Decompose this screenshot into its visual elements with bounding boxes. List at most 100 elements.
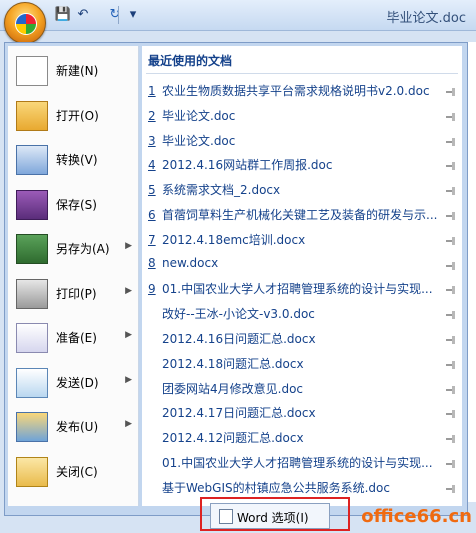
pin-icon[interactable] (446, 236, 456, 245)
pin-icon[interactable] (446, 311, 456, 320)
recent-document-item[interactable]: 4 2012.4.16网站群工作周报.doc (148, 156, 442, 176)
pin-icon[interactable] (446, 187, 456, 196)
submenu-arrow-icon: ▶ (125, 330, 132, 340)
recent-document-name: 2012.4.16网站群工作周报.doc (162, 158, 333, 173)
document-edge (468, 42, 476, 502)
pin-icon[interactable] (446, 212, 456, 220)
menu-item-2[interactable]: 转换(V) (8, 139, 138, 179)
pin-icon[interactable] (446, 360, 456, 369)
watermark-logo: office66.cn (361, 506, 472, 527)
pin-icon[interactable] (446, 410, 456, 419)
menu-item-label: 转换(V) (56, 153, 98, 167)
title-bar: 💾 ↶ ↻ ▾ 毕业论文.doc (0, 0, 476, 31)
menu-item-1[interactable]: 打开(O) (8, 95, 138, 135)
menu-item-label: 打印(P) (56, 286, 97, 301)
pin-icon[interactable] (446, 112, 456, 121)
submenu-arrow-icon: ▶ (125, 419, 132, 429)
recent-document-item[interactable]: 改好--王冰-小论文-v3.0.doc (148, 305, 442, 325)
recent-document-item[interactable]: 团委网站4月修改意见.doc (148, 380, 442, 400)
publish-icon (16, 412, 48, 442)
new-document-icon (16, 56, 48, 86)
recent-document-item[interactable]: 6 首蓿饲草料生产机械化关键工艺及装备的研发与示... (148, 206, 442, 226)
open-folder-icon (16, 100, 48, 131)
pin-icon[interactable] (446, 162, 456, 171)
undo-icon[interactable]: ↶ (74, 6, 92, 24)
recent-document-number: 3 (148, 133, 156, 148)
menu-item-label: 新建(N) (56, 64, 99, 78)
menu-item-label: 另存为(A) (56, 242, 110, 256)
recent-document-name: 农业生物质数据共享平台需求规格说明书v2.0.doc (162, 84, 430, 98)
recent-document-number: 6 (148, 208, 156, 222)
recent-document-item[interactable]: 2012.4.12问题汇总.docx (148, 429, 442, 449)
pin-icon[interactable] (446, 460, 456, 468)
customize-toolbar-icon[interactable]: ▾ (124, 6, 142, 24)
menu-item-3[interactable]: 保存(S) (8, 184, 138, 224)
send-icon (16, 367, 48, 398)
recent-document-number: 7 (148, 232, 156, 247)
menu-item-6[interactable]: 准备(E) ▶ (8, 317, 138, 357)
recent-document-name: 系统需求文档_2.docx (162, 183, 281, 198)
menu-item-9[interactable]: 关闭(C) (8, 451, 138, 491)
pin-icon[interactable] (446, 88, 456, 96)
recent-document-item[interactable]: 8 new.docx (148, 256, 442, 276)
menu-item-label: 保存(S) (56, 197, 97, 212)
recent-document-name: 2012.4.16日问题汇总.docx (162, 332, 316, 346)
toolbar-separator (118, 6, 119, 24)
recent-document-name: 毕业论文.doc (162, 108, 236, 123)
menu-item-4[interactable]: 另存为(A) ▶ (8, 228, 138, 268)
pin-icon[interactable] (446, 137, 456, 146)
office-logo-icon (15, 13, 37, 35)
convert-icon (16, 145, 48, 175)
recent-document-name: 2012.4.18问题汇总.docx (162, 356, 304, 371)
recent-document-name: 团委网站4月修改意见.doc (162, 381, 304, 396)
recent-document-number: 2 (148, 108, 156, 123)
menu-item-8[interactable]: 发布(U) ▶ (8, 406, 138, 446)
menu-item-0[interactable]: 新建(N) (8, 50, 138, 90)
recent-document-number: 9 (148, 282, 156, 297)
recent-document-item[interactable]: 2012.4.18问题汇总.docx (148, 355, 442, 375)
menu-item-label: 发布(U) (56, 420, 99, 434)
recent-document-name: 基于WebGIS的村镇应急公共服务系统.doc (162, 480, 390, 495)
quick-save-icon[interactable]: 💾 (54, 6, 72, 24)
recent-document-name: new.docx (162, 255, 219, 270)
recent-document-name: 2012.4.18emc培训.docx (162, 232, 306, 247)
recent-document-item[interactable]: 2012.4.17日问题汇总.docx (148, 404, 442, 424)
highlight-box (200, 497, 350, 531)
recent-document-name: 改好--王冰-小论文-v3.0.doc (162, 307, 315, 322)
menu-item-5[interactable]: 打印(P) ▶ (8, 273, 138, 313)
recent-document-number: 8 (148, 255, 156, 270)
pin-icon[interactable] (446, 385, 456, 394)
pin-icon[interactable] (446, 286, 456, 295)
recent-documents-panel: 最近使用的文档 1 农业生物质数据共享平台需求规格说明书v2.0.doc 2 毕业论文… (142, 46, 462, 506)
recent-document-number: 5 (148, 183, 156, 198)
recent-document-name: 2012.4.12问题汇总.docx (162, 431, 304, 446)
menu-item-7[interactable]: 发送(D) ▶ (8, 362, 138, 402)
recent-document-item[interactable]: 7 2012.4.18emc培训.docx (148, 231, 442, 251)
pin-icon[interactable] (446, 435, 456, 444)
pin-icon[interactable] (446, 484, 456, 493)
submenu-arrow-icon: ▶ (125, 241, 132, 251)
pin-icon[interactable] (446, 261, 456, 270)
recent-document-name: 01.中国农业大学人才招聘管理系统的设计与实现... (162, 282, 433, 297)
pin-icon[interactable] (446, 336, 456, 344)
heading-divider (146, 73, 458, 74)
recent-document-number: 4 (148, 158, 156, 173)
office-menu: 新建(N) 打开(O) 转换(V) 保存(S) 另存为(A) ▶ 打印(P) ▶ 准备(E) ▶ 发… (4, 42, 468, 516)
menu-item-label: 关闭(C) (56, 464, 98, 479)
recent-document-item[interactable]: 5 系统需求文档_2.docx (148, 181, 442, 201)
prepare-icon (16, 323, 48, 353)
recent-document-name: 2012.4.17日问题汇总.docx (162, 406, 316, 421)
recent-document-item[interactable]: 01.中国农业大学人才招聘管理系统的设计与实现... (148, 454, 442, 474)
redo-icon[interactable]: ↻ (106, 6, 124, 24)
recent-document-item[interactable]: 2012.4.16日问题汇总.docx (148, 330, 442, 350)
menu-item-label: 准备(E) (56, 331, 97, 345)
recent-document-name: 首蓿饲草料生产机械化关键工艺及装备的研发与示... (162, 208, 438, 222)
recent-document-item[interactable]: 9 01.中国农业大学人才招聘管理系统的设计与实现... (148, 280, 442, 300)
recent-document-item[interactable]: 1 农业生物质数据共享平台需求规格说明书v2.0.doc (148, 82, 442, 102)
recent-document-name: 毕业论文.doc (162, 133, 236, 148)
office-button[interactable] (4, 2, 46, 44)
recent-document-item[interactable]: 2 毕业论文.doc (148, 107, 442, 127)
recent-document-item[interactable]: 3 毕业论文.doc (148, 132, 442, 152)
recent-document-item[interactable]: 基于WebGIS的村镇应急公共服务系统.doc (148, 479, 442, 499)
menu-item-label: 打开(O) (56, 108, 99, 123)
